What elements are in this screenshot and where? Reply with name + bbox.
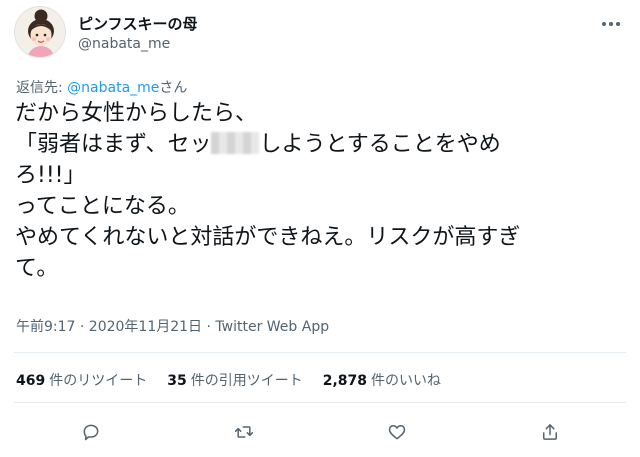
- quotes-label: 件の引用ツイート: [190, 373, 303, 389]
- retweet-icon: [234, 426, 253, 438]
- reply-to-line: 返信先: @nabata_meさん: [16, 77, 187, 97]
- source-app-link[interactable]: Twitter Web App: [215, 319, 329, 335]
- tweet-header: ピンフスキーの母 @nabata_me: [14, 6, 626, 62]
- divider: [14, 352, 626, 353]
- retweets-stat[interactable]: 469 件のリツイート: [16, 370, 147, 390]
- tweet-line: 「弱者はまず、セッ しようとすることをやめ: [15, 129, 627, 160]
- tweet-line: て。: [15, 256, 59, 281]
- share-button[interactable]: [532, 414, 568, 450]
- reply-bubble-icon: [83, 424, 98, 441]
- avatar[interactable]: [14, 6, 66, 58]
- like-button[interactable]: [379, 414, 415, 450]
- display-name[interactable]: ピンフスキーの母: [78, 13, 198, 34]
- censored-blur: [211, 132, 260, 154]
- user-handle[interactable]: @nabata_me: [78, 36, 170, 52]
- tweet-text: だから女性からしたら、 「弱者はまず、セッ しようとすることをやめ ろ!!!」 っ…: [15, 98, 627, 284]
- heart-icon: [388, 425, 405, 440]
- tweet-line: だから女性からしたら、: [15, 101, 258, 126]
- tweet-line-segment: しようとすることをやめ: [259, 132, 501, 157]
- reply-prefix: 返信先:: [16, 80, 68, 96]
- likes-stat[interactable]: 2,878 件のいいね: [323, 370, 441, 390]
- reply-suffix: さん: [159, 80, 188, 96]
- tweet-line: ってことになる。: [15, 194, 190, 219]
- share-icon: [542, 424, 557, 440]
- engagement-stats: 469 件のリツイート 35 件の引用ツイート 2,878 件のいいね: [16, 370, 441, 390]
- woman-avatar-icon: [27, 9, 55, 57]
- tweet-card: ピンフスキーの母 @nabata_me 返信先: @nabata_meさん だか…: [0, 0, 640, 457]
- timestamp[interactable]: 午前9:17 · 2020年11月21日 ·: [16, 319, 215, 335]
- reply-mention-link[interactable]: @nabata_me: [67, 80, 159, 96]
- tweet-meta: 午前9:17 · 2020年11月21日 · Twitter Web App: [16, 316, 329, 336]
- likes-label: 件のいいね: [371, 373, 442, 389]
- reply-button[interactable]: [73, 414, 109, 450]
- tweet-line: やめてくれないと対話ができねえ。リスクが高すぎ: [15, 225, 521, 250]
- retweets-count: 469: [16, 373, 46, 389]
- retweet-button[interactable]: [226, 414, 262, 450]
- more-dots-icon[interactable]: [598, 14, 624, 34]
- quotes-count: 35: [167, 373, 187, 389]
- tweet-line: ろ!!!」: [15, 163, 86, 188]
- retweets-label: 件のリツイート: [49, 373, 148, 389]
- tweet-line-segment: 「弱者はまず、セッ: [15, 132, 212, 157]
- quotes-stat[interactable]: 35 件の引用ツイート: [167, 370, 302, 390]
- likes-count: 2,878: [322, 373, 368, 389]
- divider: [14, 402, 626, 403]
- action-bar: [14, 414, 626, 450]
